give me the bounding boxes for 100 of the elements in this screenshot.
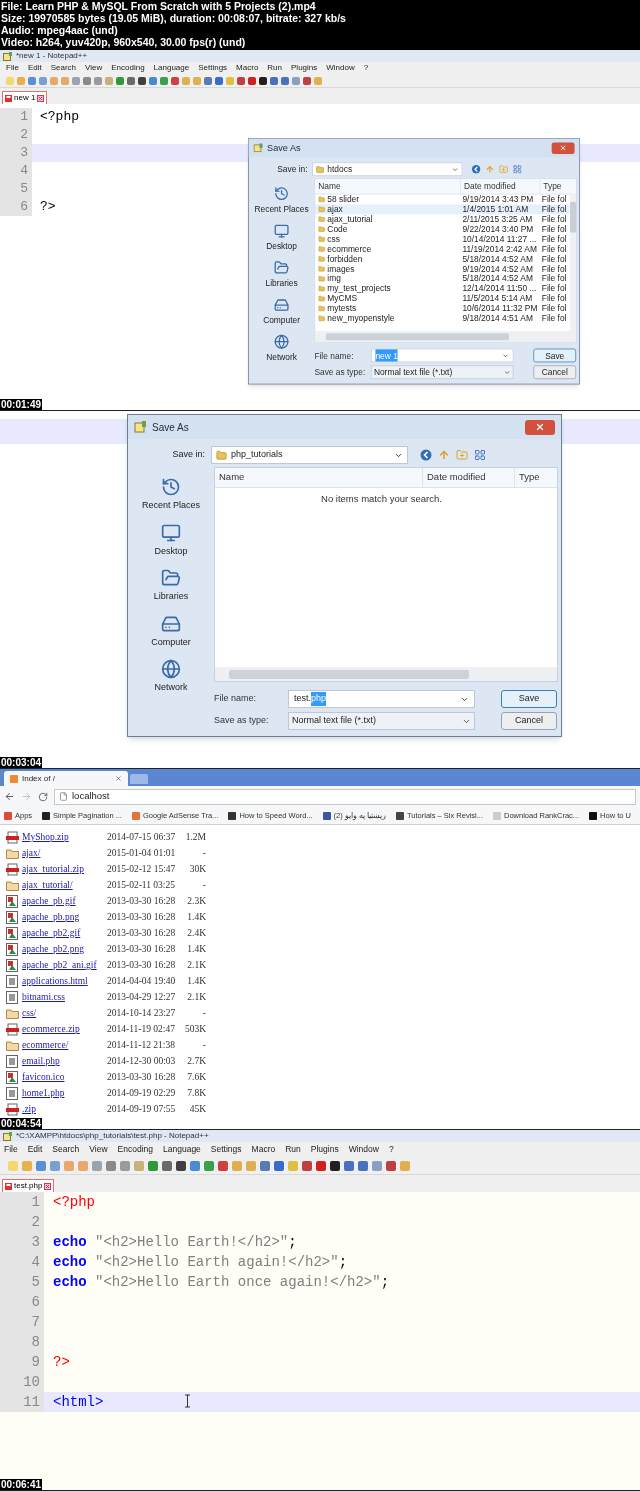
menu-item[interactable]: ? — [388, 1143, 394, 1156]
file-link[interactable]: ajax_tutorial/ — [22, 877, 107, 893]
file-row[interactable]: new_myopenstyle 9/18/2014 4:51 AM File fol — [315, 313, 570, 324]
file-link[interactable]: ecommerce.zip — [22, 1021, 107, 1037]
file-link[interactable]: apache_pb.png — [22, 909, 107, 925]
menu-item[interactable]: View — [85, 62, 103, 74]
place-label[interactable]: Network — [266, 350, 297, 364]
file-row[interactable]: ajax 1/4/2015 1:01 AM File fol — [315, 204, 570, 215]
save-type-dropdown[interactable]: Normal text file (*.txt) — [370, 365, 514, 380]
file-link[interactable]: applications.html — [22, 973, 107, 989]
file-link[interactable]: email.php — [22, 1053, 107, 1069]
clock-icon[interactable] — [161, 477, 181, 497]
toolbar-icon[interactable] — [330, 1160, 340, 1171]
place-label[interactable]: Computer — [151, 635, 191, 649]
menu-item[interactable]: Run — [285, 1143, 301, 1156]
menu-item[interactable]: Edit — [27, 1143, 43, 1156]
menu-item[interactable]: File — [4, 1143, 18, 1156]
file-link[interactable]: ecommerce/ — [22, 1037, 107, 1053]
file-row[interactable]: ajax_tutorial 2/11/2015 3:25 AM File fol — [315, 214, 570, 225]
menu-item[interactable]: View — [89, 1143, 108, 1156]
globe-icon[interactable] — [161, 659, 181, 679]
menu-item[interactable]: Window — [326, 62, 355, 74]
file-row[interactable]: images 9/19/2014 4:52 AM File fol — [315, 263, 570, 274]
toolbar-icon[interactable] — [176, 1160, 186, 1171]
file-link[interactable]: .zip — [22, 1101, 107, 1117]
file-link[interactable]: apache_pb2.gif — [22, 925, 107, 941]
save-in-dropdown[interactable]: htdocs — [312, 162, 463, 177]
vertical-scrollbar[interactable] — [570, 194, 577, 332]
file-link[interactable]: apache_pb2_ani.gif — [22, 957, 107, 973]
menu-item[interactable]: Plugins — [310, 1143, 339, 1156]
place-label[interactable]: Recent Places — [142, 499, 200, 513]
place-label[interactable]: Computer — [263, 313, 300, 327]
place-label[interactable]: Libraries — [265, 276, 298, 290]
folder-icon[interactable] — [161, 568, 181, 588]
file-row[interactable]: MyCMS 11/5/2014 5:14 AM File fol — [315, 293, 570, 304]
forward-icon[interactable] — [21, 791, 32, 802]
file-row[interactable]: img 5/18/2014 4:52 AM File fol — [315, 273, 570, 284]
cancel-button[interactable]: Cancel — [501, 712, 557, 730]
menu-item[interactable]: Language — [153, 62, 190, 74]
save-type-dropdown[interactable]: Normal text file (*.txt) — [288, 712, 475, 730]
save-in-dropdown[interactable]: php_tutorials — [211, 446, 408, 464]
menu-item[interactable]: Settings — [210, 1143, 242, 1156]
monitor-icon[interactable] — [161, 522, 181, 543]
menu-item[interactable]: Macro — [251, 1143, 276, 1156]
column-header[interactable]: Date modified — [422, 468, 514, 487]
place-label[interactable]: Desktop — [154, 544, 188, 558]
file-row[interactable]: mytests 10/6/2014 11:32 PM File fol — [315, 303, 570, 314]
cancel-button[interactable]: Cancel — [533, 365, 577, 380]
close-button[interactable] — [525, 419, 555, 435]
column-header[interactable]: Type — [539, 179, 577, 194]
menu-item[interactable]: ? — [363, 62, 369, 74]
save-button[interactable]: Save — [533, 348, 577, 363]
back-icon[interactable] — [4, 791, 15, 802]
browser-tab[interactable]: Index of / — [4, 771, 128, 786]
menu-item[interactable]: File — [6, 62, 19, 74]
file-row[interactable]: my_test_projects 12/14/2014 11:50 ... File fol — [315, 283, 570, 294]
reload-icon[interactable] — [38, 791, 48, 802]
column-header[interactable]: Name — [315, 179, 461, 194]
menu-item[interactable]: Macro — [236, 62, 259, 74]
place-label[interactable]: Recent Places — [254, 202, 309, 216]
file-link[interactable]: ajax/ — [22, 845, 107, 861]
menu-item[interactable]: Encoding — [117, 1143, 154, 1156]
file-tab[interactable]: test.php — [2, 1179, 55, 1192]
file-link[interactable]: css/ — [22, 1005, 107, 1021]
place-label[interactable]: Libraries — [153, 590, 189, 604]
file-link[interactable]: apache_pb.gif — [22, 893, 107, 909]
file-link[interactable]: ajax_tutorial.zip — [22, 861, 107, 877]
file-link[interactable]: favicon.ico — [22, 1069, 107, 1085]
file-row[interactable]: css 10/14/2014 11:27 ... File fol — [315, 234, 570, 245]
up-folder-icon[interactable] — [438, 449, 450, 461]
back-icon[interactable] — [420, 449, 432, 461]
column-header[interactable]: Date modified — [460, 179, 540, 194]
file-tab[interactable]: new 1 — [2, 91, 48, 104]
file-link[interactable]: MyShop.zip — [22, 829, 107, 845]
close-button[interactable] — [551, 142, 575, 154]
menu-item[interactable]: Edit — [27, 62, 42, 74]
place-label[interactable]: Network — [154, 681, 188, 695]
horizontal-scrollbar[interactable] — [315, 331, 577, 342]
place-label[interactable]: Desktop — [266, 239, 297, 253]
menu-item[interactable]: Search — [52, 1143, 80, 1156]
menu-item[interactable]: Search — [50, 62, 77, 74]
address-bar[interactable]: localhost — [54, 788, 636, 805]
back-icon[interactable] — [471, 164, 481, 174]
file-row[interactable]: 58 slider 9/19/2014 3:43 PM File fol — [315, 194, 570, 205]
menu-item[interactable]: Settings — [198, 62, 228, 74]
menu-item[interactable]: Plugins — [291, 62, 318, 74]
save-button[interactable]: Save — [501, 690, 557, 708]
file-row[interactable]: ecommerce 11/19/2014 2:42 AM File fol — [315, 244, 570, 254]
close-icon[interactable] — [37, 94, 45, 102]
file-link[interactable]: bitnami.css — [22, 989, 107, 1005]
menu-item[interactable]: Encoding — [111, 62, 145, 74]
new-folder-icon[interactable] — [456, 449, 468, 461]
file-row[interactable]: Code 9/22/2014 3:40 PM File fol — [315, 224, 570, 235]
column-header[interactable]: Type — [514, 468, 557, 487]
column-header[interactable]: Name — [215, 468, 422, 487]
menu-item[interactable]: Window — [348, 1143, 379, 1156]
menu-item[interactable]: Language — [163, 1143, 201, 1156]
view-menu-icon[interactable] — [474, 449, 486, 461]
close-icon[interactable] — [115, 775, 122, 782]
menu-item[interactable]: Run — [267, 62, 283, 74]
